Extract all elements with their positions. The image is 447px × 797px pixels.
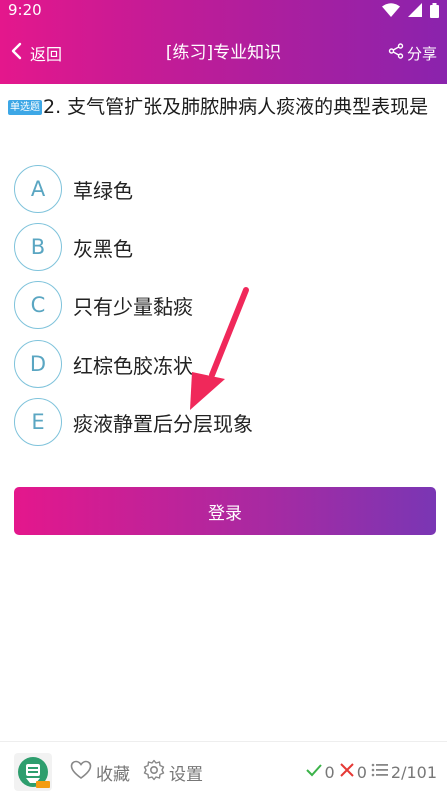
correct-count: 0 [324,762,335,782]
option-letter: D [14,340,62,388]
login-button[interactable]: 登录 [14,487,436,535]
option-e[interactable]: E 痰液静置后分层现象 [14,397,434,447]
nav-bar: 返回 [练习]专业知识 分享 [0,34,447,72]
app-logo[interactable] [14,753,52,791]
favorite-button[interactable]: 收藏 [70,760,130,785]
option-letter: C [14,281,62,329]
answer-stats[interactable]: 0 0 2/101 [305,760,437,784]
favorite-label: 收藏 [96,764,130,785]
option-b[interactable]: B 灰黑色 [14,222,434,272]
heart-icon [70,760,92,784]
battery-icon [430,2,439,18]
page-title: [练习]专业知识 [165,43,282,63]
question-type-badge: 单选题 [8,100,42,115]
option-letter: A [14,165,62,213]
status-time: 9:20 [8,1,42,19]
close-icon [339,762,355,782]
option-text: 痰液静置后分层现象 [73,411,253,436]
option-text: 草绿色 [73,178,133,203]
bottom-bar: 收藏 设置 0 0 2/101 [0,741,447,797]
list-icon [371,762,389,782]
check-icon [305,762,323,782]
app-header: 9:20 返回 [练习]专业知识 分享 [0,0,447,84]
status-icons [382,2,439,18]
option-d[interactable]: D 红棕色胶冻状 [14,339,434,389]
progress-stat: 2/101 [371,762,437,782]
status-bar: 9:20 [0,0,447,22]
option-a[interactable]: A 草绿色 [14,164,434,214]
signal-icon [408,3,422,17]
wrong-count: 0 [356,762,367,782]
question-text: 2. 支气管扩张及肺脓肿病人痰液的典型表现是 [43,96,429,118]
back-button[interactable]: 返回 [10,40,62,66]
back-label: 返回 [30,45,63,64]
gear-icon [143,759,165,785]
share-button[interactable]: 分享 [388,40,437,66]
chevron-left-icon [10,42,22,64]
wrong-stat: 0 [339,762,367,782]
option-text: 红棕色胶冻状 [73,353,193,378]
option-text: 只有少量黏痰 [73,294,193,319]
share-label: 分享 [406,44,437,63]
question: 单选题 2. 支气管扩张及肺脓肿病人痰液的典型表现是 [8,94,438,120]
option-letter: E [14,398,62,446]
share-icon [388,43,404,63]
settings-button[interactable]: 设置 [143,759,203,785]
correct-stat: 0 [305,762,335,782]
wifi-icon [382,3,400,17]
settings-label: 设置 [169,764,203,785]
option-letter: B [14,223,62,271]
option-text: 灰黑色 [73,236,133,261]
option-c[interactable]: C 只有少量黏痰 [14,280,434,330]
question-progress: 2/101 [390,762,437,782]
